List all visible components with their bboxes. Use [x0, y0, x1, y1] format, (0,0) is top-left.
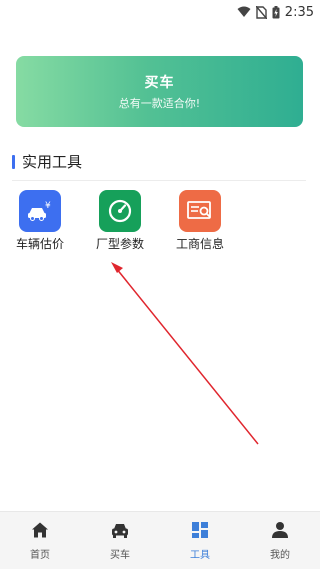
tool-car-valuation[interactable]: ¥ 车辆估价: [10, 190, 70, 252]
user-icon: [271, 521, 289, 543]
status-bar: 2:35: [0, 0, 320, 24]
svg-text:¥: ¥: [45, 201, 51, 211]
tab-home[interactable]: 首页: [0, 521, 80, 561]
buy-car-banner[interactable]: 买车 总有一款适合你!: [16, 56, 303, 127]
bottom-tab-bar: 首页 买车 工具 我的: [0, 511, 320, 569]
gauge-icon: [99, 190, 141, 232]
tool-label: 厂型参数: [95, 237, 144, 251]
business-info-icon: [179, 190, 221, 232]
tool-car-params[interactable]: 厂型参数: [90, 190, 150, 252]
tab-mine[interactable]: 我的: [240, 521, 320, 561]
tab-label: 买车: [110, 549, 130, 561]
battery-charging-icon: [272, 5, 280, 19]
section-divider: [12, 180, 306, 181]
section-title: 实用工具: [22, 153, 83, 171]
section-accent-bar: [12, 154, 15, 169]
status-time: 2:35: [284, 4, 314, 20]
tab-label: 首页: [30, 549, 50, 561]
tool-business-info[interactable]: 工商信息: [170, 190, 230, 252]
tool-label: 车辆估价: [15, 237, 64, 251]
tab-label: 我的: [270, 549, 290, 561]
tab-tools[interactable]: 工具: [160, 521, 240, 561]
home-icon: [31, 521, 49, 543]
no-sim-icon: [255, 5, 267, 19]
car-valuation-icon: ¥: [19, 190, 61, 232]
banner-subtitle: 总有一款适合你!: [118, 97, 201, 110]
section-header: 实用工具: [12, 151, 82, 172]
banner-title: 买车: [144, 75, 175, 91]
tab-buy-car[interactable]: 买车: [80, 521, 160, 561]
wifi-icon: [237, 6, 251, 18]
tab-label: 工具: [190, 549, 210, 561]
car-icon: [110, 521, 130, 543]
tool-label: 工商信息: [175, 237, 224, 251]
tools-grid-icon: [191, 521, 209, 543]
